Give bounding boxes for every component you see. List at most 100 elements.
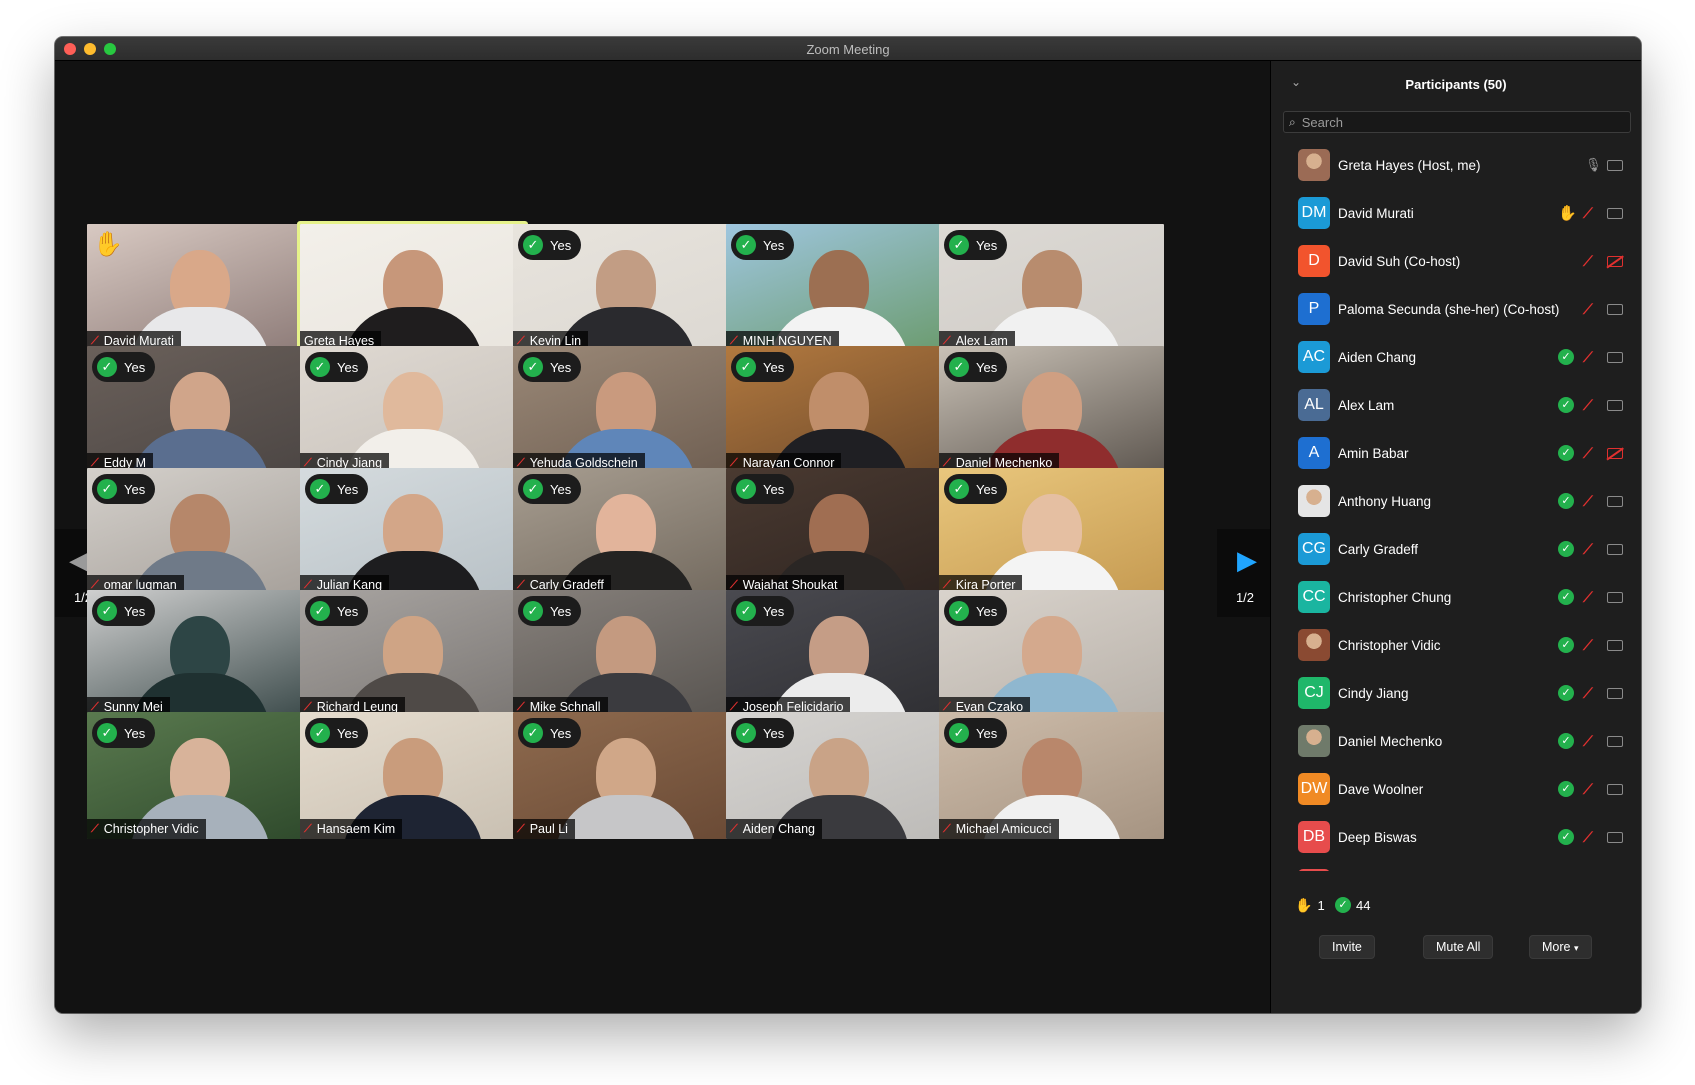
mic-muted-icon[interactable]: ⟋ <box>1583 253 1593 270</box>
mic-muted-icon[interactable]: ⟋ <box>1583 829 1593 846</box>
participant-row[interactable]: DW Dave Woolner ✓ ⟋ <box>1271 765 1641 813</box>
mic-muted-icon[interactable]: ⟋ <box>1583 493 1593 510</box>
video-tile[interactable]: ✓ Yes ⟋ Yehuda Goldschein <box>513 346 738 473</box>
check-icon: ✓ <box>1335 897 1351 913</box>
check-icon: ✓ <box>310 357 330 377</box>
video-tile[interactable]: ✓ Yes ⟋ Christopher Vidic <box>87 712 312 839</box>
video-tile[interactable]: ✓ Yes ⟋ Sunny Mei <box>87 590 312 717</box>
participant-row[interactable]: Greta Hayes (Host, me) 🎙︎ <box>1271 141 1641 189</box>
video-tile[interactable]: ✓ Yes ⟋ Joseph Felicidario <box>726 590 951 717</box>
mic-muted-icon[interactable]: ⟋ <box>1583 397 1593 414</box>
video-tile[interactable]: ✓ Yes ⟋ Kevin Lin <box>513 224 738 351</box>
camera-icon[interactable] <box>1607 543 1623 555</box>
camera-icon[interactable] <box>1607 495 1623 507</box>
participant-row[interactable]: A Amin Babar ✓ ⟋ <box>1271 429 1641 477</box>
yes-label: Yes <box>124 359 146 375</box>
participant-name: Paul Li <box>529 822 568 836</box>
mic-icon[interactable]: 🎙︎ <box>1585 157 1602 173</box>
camera-icon[interactable] <box>1607 687 1623 699</box>
video-tile[interactable]: ✓ Yes ⟋ Narayan Connor <box>726 346 951 473</box>
video-tile[interactable]: ✓ Yes ⟋ Evan Czako <box>939 590 1164 717</box>
participant-row[interactable]: AL Alex Lam ✓ ⟋ <box>1271 381 1641 429</box>
participant-row[interactable]: Anthony Huang ✓ ⟋ <box>1271 477 1641 525</box>
video-tile[interactable]: ✓ Yes ⟋ Carly Gradeff <box>513 468 738 595</box>
camera-icon[interactable] <box>1607 831 1623 843</box>
mic-muted-icon[interactable]: ⟋ <box>1583 541 1593 558</box>
search-input[interactable]: ⌕ Search <box>1283 111 1631 133</box>
mic-muted-icon[interactable]: ⟋ <box>1583 445 1593 462</box>
yes-label: Yes <box>976 603 998 619</box>
participant-row[interactable]: CG Carly Gradeff ✓ ⟋ <box>1271 525 1641 573</box>
yes-badge: ✓ Yes <box>731 352 795 382</box>
mic-muted-icon: ⟋ <box>730 822 738 835</box>
video-tile[interactable]: ✓ Yes ⟋ Alex Lam <box>939 224 1164 351</box>
participant-row[interactable]: Daniel Mechenko ✓ ⟋ <box>1271 717 1641 765</box>
camera-icon[interactable] <box>1607 735 1623 747</box>
participant-row[interactable]: AC Aiden Chang ✓ ⟋ <box>1271 333 1641 381</box>
check-icon: ✓ <box>310 601 330 621</box>
video-tile[interactable]: ✓ Yes ⟋ Hansaem Kim <box>300 712 525 839</box>
participant-list[interactable]: Greta Hayes (Host, me) 🎙︎ DM David Murati ✋ ⟋… <box>1271 141 1641 871</box>
video-tile[interactable]: ✓ Yes ⟋ Michael Amicucci <box>939 712 1164 839</box>
camera-icon[interactable] <box>1607 591 1623 603</box>
check-icon: ✓ <box>97 723 117 743</box>
next-page-button[interactable]: ▶ 1/2 <box>1217 529 1273 617</box>
video-tile[interactable]: ✓ Yes ⟋ Daniel Mechenko <box>939 346 1164 473</box>
check-icon: ✓ <box>1558 733 1574 749</box>
participant-summary: ✋ 1 ✓ 44 <box>1271 891 1641 919</box>
video-tile[interactable]: ✓ Yes ⟋ Kira Porter <box>939 468 1164 595</box>
mic-muted-icon[interactable]: ⟋ <box>1583 733 1593 750</box>
camera-icon[interactable] <box>1607 207 1623 219</box>
camera-icon[interactable] <box>1607 159 1623 171</box>
video-tile[interactable]: ✓ Yes ⟋ Cindy Jiang <box>300 346 525 473</box>
participant-name: Aiden Chang <box>742 822 815 836</box>
yes-label: Yes <box>976 725 998 741</box>
participant-row[interactable]: Christopher Vidic ✓ ⟋ <box>1271 621 1641 669</box>
mic-muted-icon[interactable]: ⟋ <box>1583 685 1593 702</box>
more-button[interactable]: More ▾ <box>1529 935 1592 959</box>
mic-muted-icon[interactable]: ⟋ <box>1583 637 1593 654</box>
video-tile[interactable]: ✓ Yes ⟋ omar luqman <box>87 468 312 595</box>
video-tile[interactable]: ✋ ⟋ David Murati <box>87 224 312 351</box>
mic-muted-icon[interactable]: ⟋ <box>1583 205 1593 222</box>
video-tile[interactable]: ✓ Yes ⟋ Paul Li <box>513 712 738 839</box>
check-icon: ✓ <box>1558 829 1574 845</box>
video-tile[interactable]: ✓ Yes ⟋ Mike Schnall <box>513 590 738 717</box>
video-tile[interactable]: ✓ Yes ⟋ Eddy M <box>87 346 312 473</box>
participant-row[interactable]: DB Deep Biswas ✓ ⟋ <box>1271 813 1641 861</box>
yes-label: Yes <box>550 725 572 741</box>
participant-row[interactable]: D David Suh (Co-host) ⟋ <box>1271 237 1641 285</box>
mic-muted-icon[interactable]: ⟋ <box>1583 781 1593 798</box>
participant-row[interactable]: DM David Murati ✋ ⟋ <box>1271 189 1641 237</box>
participant-row[interactable]: CJ Cindy Jiang ✓ ⟋ <box>1271 669 1641 717</box>
yes-badge: ✓ Yes <box>944 474 1008 504</box>
yes-badge: ✓ Yes <box>305 352 369 382</box>
search-placeholder: Search <box>1301 114 1343 130</box>
participant-name: Alex Lam <box>1338 397 1395 413</box>
camera-icon[interactable] <box>1607 351 1623 363</box>
camera-off-icon[interactable] <box>1607 447 1623 459</box>
video-tile[interactable]: ✓ Yes ⟋ Wajahat Shoukat <box>726 468 951 595</box>
video-tile[interactable]: Greta Hayes <box>300 224 525 351</box>
check-icon: ✓ <box>949 357 969 377</box>
raised-hands-count: ✋ 1 <box>1295 897 1325 914</box>
video-tile[interactable]: ✓ Yes ⟋ Richard Leung <box>300 590 525 717</box>
video-tile[interactable]: ✓ Yes ⟋ Aiden Chang <box>726 712 951 839</box>
mic-muted-icon[interactable]: ⟋ <box>1583 301 1593 318</box>
participant-name: Dave Woolner <box>1338 781 1424 797</box>
mic-muted-icon[interactable]: ⟋ <box>1583 589 1593 606</box>
mute-all-button[interactable]: Mute All <box>1423 935 1494 959</box>
camera-icon[interactable] <box>1607 639 1623 651</box>
camera-icon[interactable] <box>1607 303 1623 315</box>
camera-icon[interactable] <box>1607 399 1623 411</box>
participant-row[interactable]: CC Christopher Chung ✓ ⟋ <box>1271 573 1641 621</box>
participant-row[interactable]: DADustin Adler✓⟋ <box>1271 861 1641 871</box>
camera-icon[interactable] <box>1607 783 1623 795</box>
invite-button[interactable]: Invite <box>1319 935 1375 959</box>
video-tile[interactable]: ✓ Yes ⟋ Julian Kang <box>300 468 525 595</box>
mic-muted-icon[interactable]: ⟋ <box>1583 349 1593 366</box>
participant-row[interactable]: P Paloma Secunda (she-her) (Co-host) ⟋ <box>1271 285 1641 333</box>
camera-off-icon[interactable] <box>1607 255 1623 267</box>
check-icon: ✓ <box>523 723 543 743</box>
video-tile[interactable]: ✓ Yes ⟋ MINH NGUYEN <box>726 224 951 351</box>
